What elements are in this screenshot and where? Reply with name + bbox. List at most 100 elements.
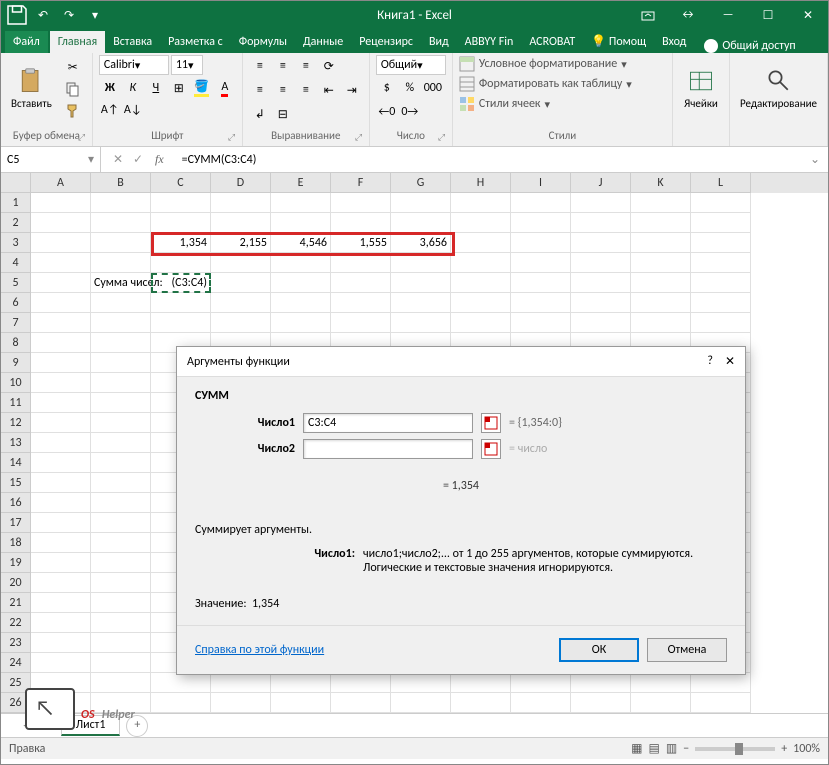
cell[interactable] xyxy=(331,693,391,713)
cell[interactable] xyxy=(211,253,271,273)
cell[interactable]: 3,656 xyxy=(391,233,451,253)
cell[interactable] xyxy=(331,293,391,313)
bold-icon[interactable]: Ж xyxy=(99,77,121,99)
row-header[interactable]: 22 xyxy=(1,613,31,633)
cell[interactable] xyxy=(571,673,631,693)
cell[interactable] xyxy=(631,213,691,233)
cell[interactable]: 1,354 xyxy=(151,233,211,253)
tab-review[interactable]: Рецензирс xyxy=(351,31,421,53)
cell[interactable] xyxy=(691,253,751,273)
cell[interactable] xyxy=(151,293,211,313)
cell[interactable] xyxy=(91,233,151,253)
cell[interactable] xyxy=(211,213,271,233)
cell[interactable] xyxy=(451,273,511,293)
row-header[interactable]: 6 xyxy=(1,293,31,313)
row-header[interactable]: 20 xyxy=(1,573,31,593)
align-middle-icon[interactable]: ≡ xyxy=(272,55,294,77)
redo-icon[interactable]: ↷ xyxy=(57,3,81,27)
decimal-inc-icon[interactable]: ←0 xyxy=(376,101,398,123)
row-header[interactable]: 3 xyxy=(1,233,31,253)
column-header[interactable]: I xyxy=(511,173,571,193)
cell[interactable] xyxy=(511,673,571,693)
column-header[interactable]: D xyxy=(211,173,271,193)
comma-icon[interactable]: 000 xyxy=(422,77,444,99)
cell[interactable] xyxy=(151,313,211,333)
cell[interactable] xyxy=(271,253,331,273)
cell[interactable] xyxy=(691,313,751,333)
cell[interactable]: 4,546 xyxy=(271,233,331,253)
cell[interactable] xyxy=(31,253,91,273)
cell[interactable] xyxy=(511,693,571,713)
minimize-icon[interactable]: — xyxy=(708,1,748,29)
cell[interactable] xyxy=(91,213,151,233)
row-header[interactable]: 5 xyxy=(1,273,31,293)
conditional-format-button[interactable]: Условное форматирование ▾ xyxy=(459,55,666,73)
cell[interactable] xyxy=(391,273,451,293)
qat-dropdown-icon[interactable]: ▾ xyxy=(83,3,107,27)
cell[interactable] xyxy=(211,193,271,213)
row-header[interactable]: 18 xyxy=(1,533,31,553)
cell[interactable] xyxy=(691,193,751,213)
row-header[interactable]: 2 xyxy=(1,213,31,233)
indent-inc-icon[interactable]: ⇥ xyxy=(341,79,363,101)
cell[interactable] xyxy=(31,453,91,473)
cell[interactable] xyxy=(631,233,691,253)
cell[interactable] xyxy=(451,673,511,693)
cell[interactable] xyxy=(31,473,91,493)
column-header[interactable]: A xyxy=(31,173,91,193)
cell[interactable] xyxy=(511,313,571,333)
tab-signin[interactable]: Вход xyxy=(654,31,694,53)
cell[interactable] xyxy=(91,193,151,213)
cell[interactable] xyxy=(271,193,331,213)
cell[interactable] xyxy=(91,513,151,533)
border-icon[interactable]: ⊞ xyxy=(168,77,190,99)
cell[interactable] xyxy=(91,373,151,393)
zoom-in-icon[interactable]: + xyxy=(781,742,787,756)
cell[interactable] xyxy=(631,693,691,713)
cell[interactable] xyxy=(391,213,451,233)
cell[interactable] xyxy=(91,493,151,513)
cell[interactable] xyxy=(451,693,511,713)
select-all-corner[interactable] xyxy=(1,173,31,193)
cell[interactable] xyxy=(391,693,451,713)
cell[interactable] xyxy=(571,693,631,713)
cell[interactable] xyxy=(451,213,511,233)
cell[interactable] xyxy=(91,473,151,493)
column-header[interactable]: K xyxy=(631,173,691,193)
cell[interactable] xyxy=(571,293,631,313)
ribbon-options-icon[interactable] xyxy=(628,1,668,29)
dialog-close-icon[interactable]: ✕ xyxy=(725,354,735,369)
cell[interactable] xyxy=(451,193,511,213)
row-header[interactable]: 17 xyxy=(1,513,31,533)
align-center-icon[interactable]: ≡ xyxy=(272,79,294,101)
cell[interactable] xyxy=(31,613,91,633)
align-bottom-icon[interactable]: ≡ xyxy=(295,55,317,77)
paste-button[interactable]: Вставить xyxy=(7,55,56,121)
row-header[interactable]: 12 xyxy=(1,413,31,433)
cell[interactable] xyxy=(271,293,331,313)
fill-color-icon[interactable]: 🪣 xyxy=(191,77,213,99)
cell[interactable] xyxy=(571,253,631,273)
cell[interactable] xyxy=(31,413,91,433)
cell[interactable] xyxy=(511,193,571,213)
cell[interactable] xyxy=(31,533,91,553)
cell[interactable] xyxy=(631,253,691,273)
row-header[interactable]: 19 xyxy=(1,553,31,573)
editing-button[interactable]: Редактирование xyxy=(736,55,821,121)
cell[interactable] xyxy=(331,213,391,233)
view-break-icon[interactable]: ▥ xyxy=(666,741,677,756)
cell[interactable] xyxy=(91,253,151,273)
cell[interactable] xyxy=(331,273,391,293)
cell[interactable] xyxy=(691,673,751,693)
dialog-help-icon[interactable]: ? xyxy=(707,354,713,369)
number-format-combo[interactable]: Общий ▾ xyxy=(376,55,446,75)
cell[interactable] xyxy=(91,393,151,413)
tab-insert[interactable]: Вставка xyxy=(105,31,160,53)
undo-icon[interactable]: ↶ xyxy=(31,3,55,27)
cell[interactable] xyxy=(91,333,151,353)
orientation-icon[interactable]: ⟳ xyxy=(318,55,340,77)
cell[interactable] xyxy=(631,293,691,313)
cell[interactable] xyxy=(691,233,751,253)
cell[interactable] xyxy=(691,213,751,233)
cell[interactable] xyxy=(571,313,631,333)
